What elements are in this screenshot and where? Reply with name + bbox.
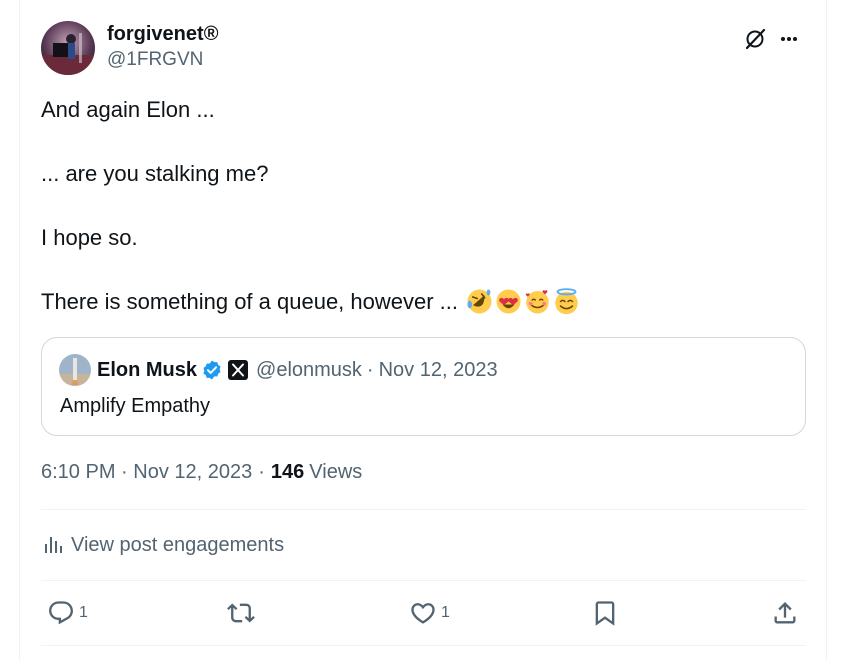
header-actions [738,22,806,56]
halo-emoji [555,288,578,315]
grok-icon[interactable] [738,22,772,56]
tweet-paragraph-4-text: There is something of a queue, however .… [41,289,459,314]
tweet-paragraph-1: And again Elon ... [41,97,215,122]
quoted-author-name: Elon Musk [97,358,198,381]
share-icon [774,602,796,624]
tweet-timestamp[interactable]: 6:10 PM · Nov 12, 2023 [41,458,252,486]
author-info: forgivenet® @1FRGVN [107,20,218,72]
view-engagements-label: View post engagements [71,533,285,556]
heart-eyes-emoji [496,289,521,314]
tweet-meta: 6:10 PM · Nov 12, 2023 · 146 Views [41,458,362,486]
tweet-paragraph-4: There is something of a queue, however .… [41,286,806,318]
rocket-avatar-icon [59,354,91,386]
quoted-tweet-header: Elon Musk @elonmusk · Nov 12, 2023 [59,354,498,386]
divider-middle [41,580,806,581]
smiling-hearts-emoji [525,290,549,314]
retweet-button[interactable] [227,595,259,631]
tweet-text: And again Elon ... ... are you stalking … [41,94,806,318]
x-affiliate-badge-icon [228,360,249,380]
view-engagements-link[interactable]: View post engagements [41,530,284,560]
quoted-tweet-text: Amplify Empathy [60,395,211,417]
meta-separator: · [258,461,265,483]
views-label: Views [309,461,363,483]
reply-count: 1 [79,604,88,621]
heart-icon [411,603,435,624]
author-name-text: forgivenet [107,23,204,45]
author-display-name[interactable]: forgivenet® [107,20,218,48]
author-handle[interactable]: @1FRGVN [107,48,218,72]
quoted-tweet[interactable]: Elon Musk @elonmusk · Nov 12, 2023 Ampli… [41,337,806,436]
registered-mark: ® [203,23,219,45]
share-button[interactable] [771,595,799,631]
avatar-photo-icon [41,21,95,75]
reply-icon [49,601,73,625]
divider-bottom [41,645,806,646]
quoted-author-handle: @elonmusk [256,358,362,381]
quoted-separator: · [366,358,374,381]
bookmark-button[interactable] [591,595,619,631]
analytics-icon [41,533,65,557]
action-bar: 1 1 [41,595,806,631]
author-avatar[interactable] [41,21,95,75]
bookmark-icon [595,601,615,626]
views-count: 146 [270,461,305,483]
more-options-icon[interactable] [772,22,806,56]
quoted-author-avatar [59,354,91,386]
tweet-header: forgivenet® @1FRGVN [41,20,806,78]
divider-top [41,509,806,510]
tweet-paragraph-2: ... are you stalking me? [41,161,269,186]
quoted-date: Nov 12, 2023 [378,358,498,381]
rolling-laughing-emoji [467,289,492,314]
like-count: 1 [441,604,450,621]
like-button[interactable]: 1 [409,595,450,631]
verified-badge-icon [202,360,222,380]
tweet-paragraph-3: I hope so. [41,225,138,250]
retweet-icon [227,603,255,623]
reply-button[interactable]: 1 [47,595,88,631]
